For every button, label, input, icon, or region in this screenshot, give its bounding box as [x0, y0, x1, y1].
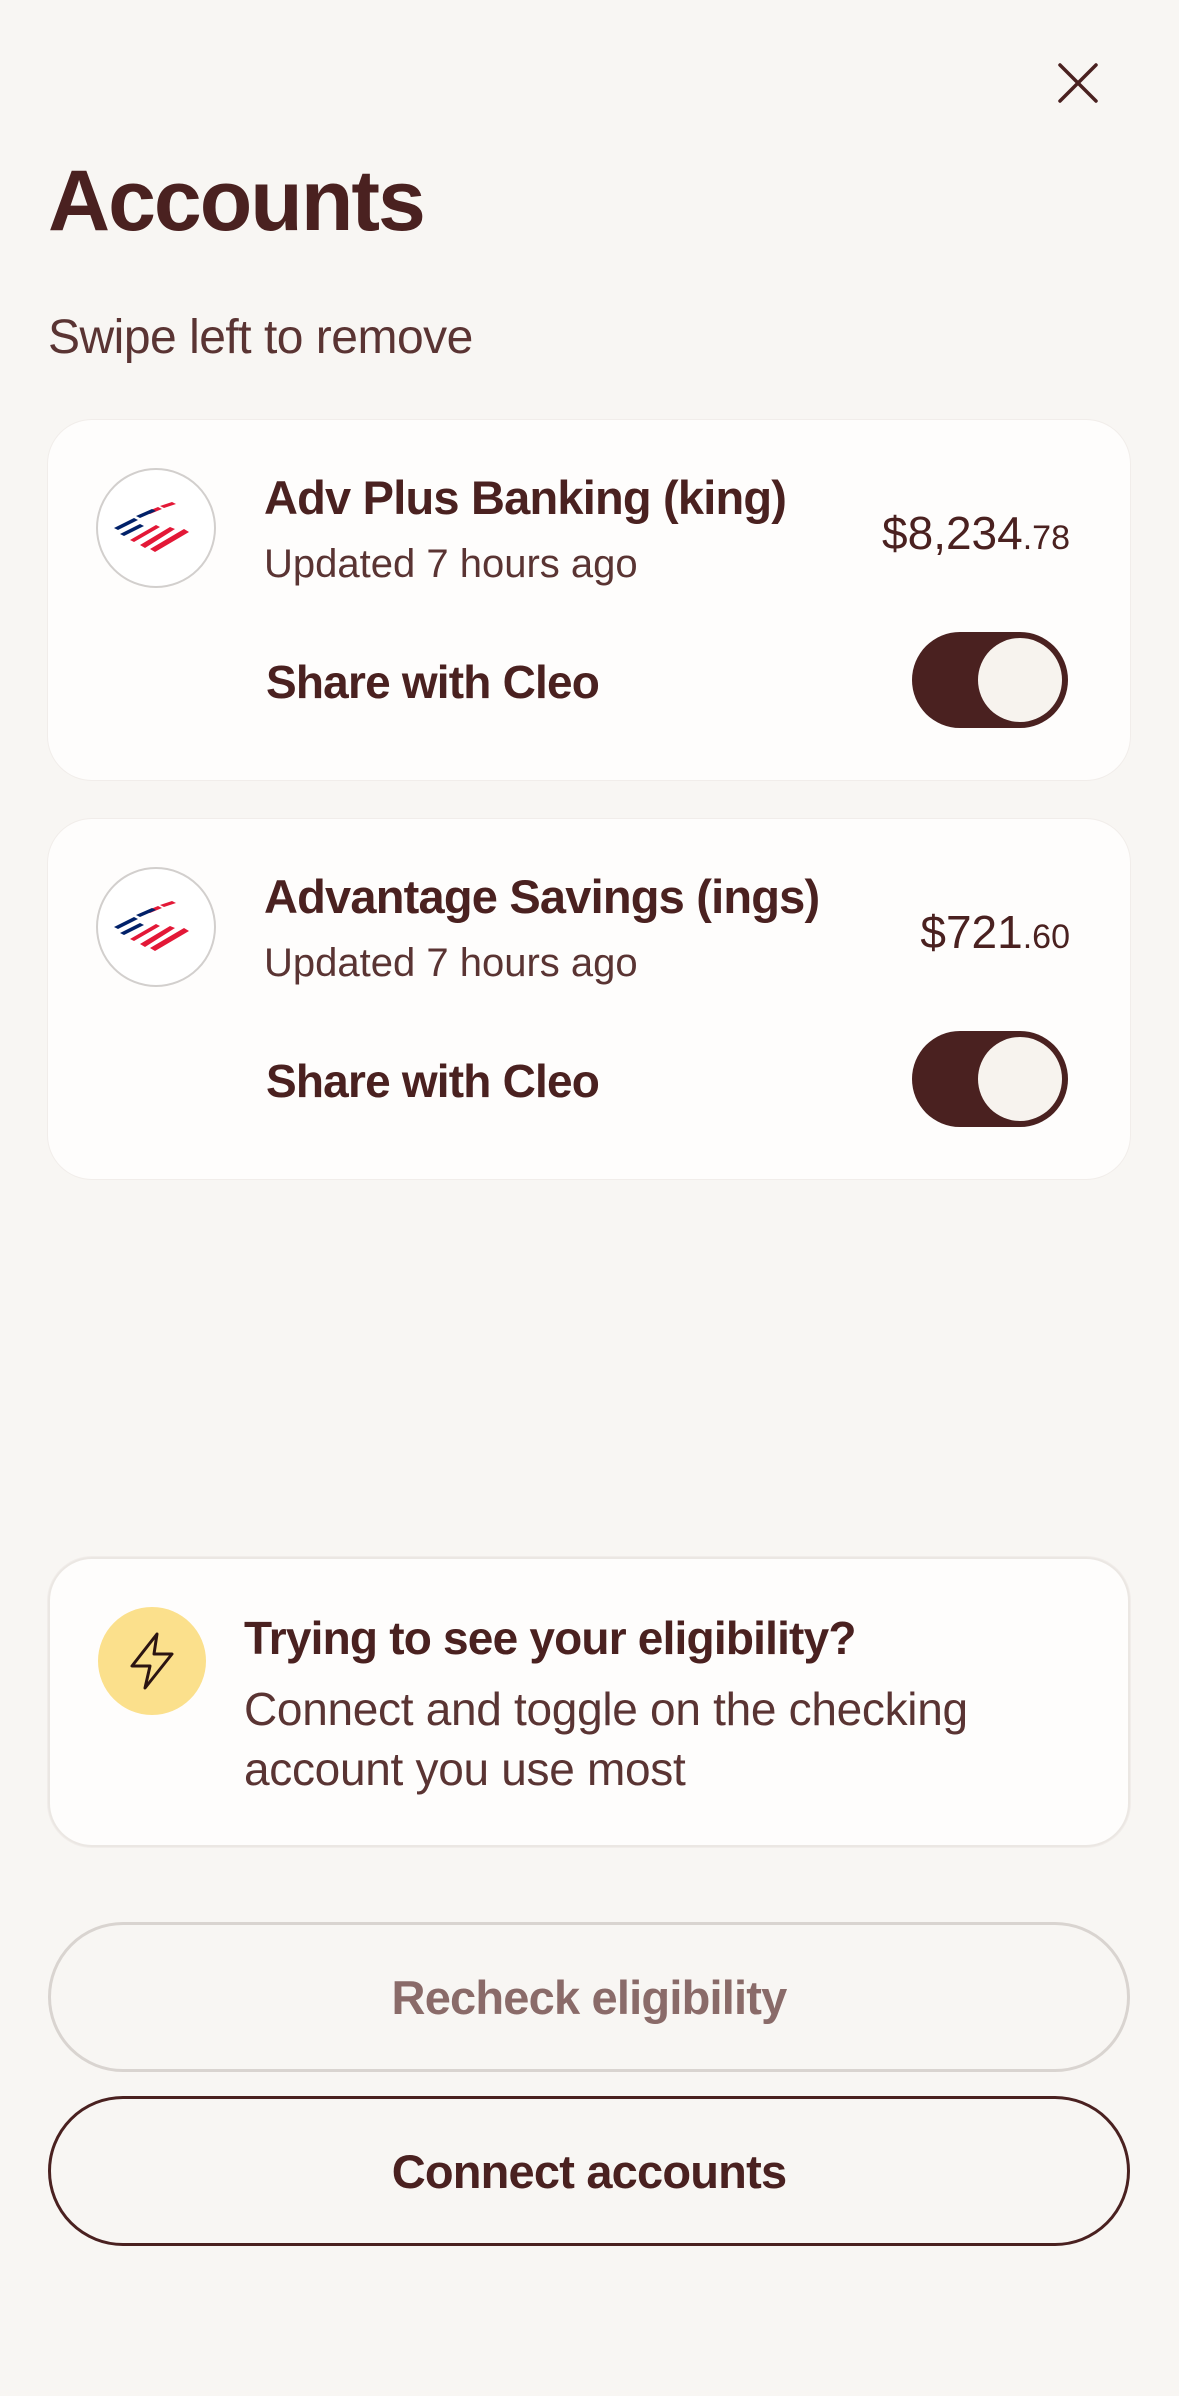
balance-dollars: $8,234 [882, 507, 1023, 559]
eligibility-info-card: Trying to see your eligibility? Connect … [48, 1557, 1130, 1847]
account-name: Adv Plus Banking (king) [264, 471, 787, 524]
account-name: Advantage Savings (ings) [264, 870, 820, 923]
account-updated-time: Updated 7 hours ago [264, 542, 638, 586]
balance-dollars: $721 [920, 906, 1023, 958]
account-card[interactable]: Adv Plus Banking (king) Updated 7 hours … [48, 420, 1130, 780]
balance-cents: .78 [1022, 519, 1070, 557]
toggle-knob [978, 1037, 1062, 1121]
share-with-cleo-toggle[interactable] [912, 632, 1068, 728]
account-updated-time: Updated 7 hours ago [264, 941, 638, 985]
recheck-eligibility-button[interactable]: Recheck eligibility [48, 1922, 1130, 2072]
eligibility-title: Trying to see your eligibility? [244, 1612, 856, 1664]
share-with-cleo-label: Share with Cleo [266, 1055, 600, 1107]
share-with-cleo-toggle[interactable] [912, 1031, 1068, 1127]
account-balance: $8,234.78 [882, 506, 1070, 560]
account-card[interactable]: Advantage Savings (ings) Updated 7 hours… [48, 819, 1130, 1179]
share-with-cleo-label: Share with Cleo [266, 656, 600, 708]
close-button[interactable] [1035, 40, 1120, 125]
swipe-hint: Swipe left to remove [48, 311, 473, 364]
connect-accounts-button[interactable]: Connect accounts [48, 2096, 1130, 2246]
page-title: Accounts [48, 153, 426, 249]
bank-logo-icon [96, 468, 216, 588]
eligibility-body: Connect and toggle on the checking accou… [244, 1683, 968, 1795]
account-balance: $721.60 [920, 905, 1070, 959]
balance-cents: .60 [1022, 918, 1070, 956]
bank-logo-icon [96, 867, 216, 987]
close-icon [1057, 62, 1098, 103]
lightning-bolt-icon [98, 1607, 206, 1715]
toggle-knob [978, 638, 1062, 722]
